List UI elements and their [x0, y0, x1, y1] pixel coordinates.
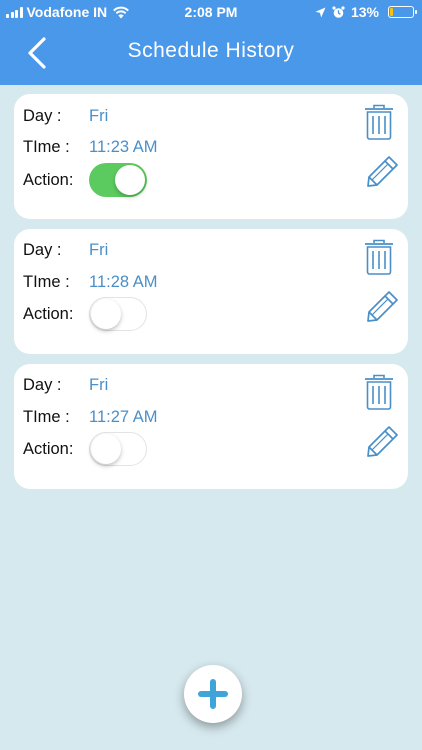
time-label: TIme : — [23, 407, 70, 426]
status-right: 13% — [315, 4, 417, 20]
time-row: TIme : 11:28 AM — [23, 268, 158, 296]
action-label: Action: — [23, 304, 74, 323]
status-bar: Vodafone IN 2:08 PM 13% — [0, 0, 422, 24]
action-row: Action: — [23, 432, 147, 466]
time-value: 11:28 AM — [89, 272, 158, 291]
time-row: TIme : 11:27 AM — [23, 403, 158, 431]
delete-button[interactable] — [364, 104, 394, 140]
action-row: Action: — [23, 163, 147, 197]
day-label: Day : — [23, 240, 62, 259]
time-value: 11:23 AM — [89, 137, 158, 156]
battery-fill — [390, 8, 393, 16]
action-label: Action: — [23, 439, 74, 458]
day-label: Day : — [23, 106, 62, 125]
battery-icon — [388, 6, 417, 18]
pencil-icon — [367, 156, 398, 187]
delete-button[interactable] — [364, 374, 394, 410]
day-value: Fri — [89, 375, 109, 394]
nav-bar: Schedule History — [0, 24, 422, 85]
battery-percent: 13% — [350, 4, 379, 20]
action-toggle[interactable] — [89, 432, 147, 466]
app-header: Vodafone IN 2:08 PM 13% Schedule History — [0, 0, 422, 85]
toggle-knob — [91, 298, 121, 329]
alarm-icon — [332, 5, 345, 18]
trash-icon — [365, 239, 393, 275]
edit-button[interactable] — [366, 154, 400, 188]
time-label: TIme : — [23, 272, 70, 291]
pencil-icon — [367, 291, 398, 322]
action-toggle[interactable] — [89, 297, 147, 331]
add-schedule-button[interactable] — [184, 665, 242, 723]
schedule-card: Day : Fri TIme : 11:27 AM Action: — [14, 364, 408, 489]
trash-icon — [365, 374, 393, 410]
day-value: Fri — [89, 106, 109, 125]
day-value: Fri — [89, 240, 109, 259]
schedule-card: Day : Fri TIme : 11:28 AM Action: — [14, 229, 408, 354]
location-arrow-icon — [315, 7, 326, 17]
toggle-knob — [115, 165, 145, 195]
time-value: 11:27 AM — [89, 407, 158, 426]
action-toggle[interactable] — [89, 163, 147, 197]
delete-button[interactable] — [364, 239, 394, 275]
schedule-card: Day : Fri TIme : 11:23 AM Action: — [14, 94, 408, 219]
trash-icon — [365, 104, 393, 140]
day-label: Day : — [23, 375, 62, 394]
pencil-icon — [367, 426, 398, 457]
plus-icon — [198, 679, 228, 709]
action-label: Action: — [23, 170, 74, 189]
day-row: Day : Fri — [23, 236, 108, 264]
time-row: TIme : 11:23 AM — [23, 133, 158, 161]
time-label: TIme : — [23, 137, 70, 156]
day-row: Day : Fri — [23, 102, 108, 130]
day-row: Day : Fri — [23, 371, 108, 399]
action-row: Action: — [23, 297, 147, 331]
edit-button[interactable] — [366, 289, 400, 323]
page-title: Schedule History — [127, 39, 295, 62]
edit-button[interactable] — [366, 424, 400, 458]
toggle-knob — [91, 433, 121, 464]
